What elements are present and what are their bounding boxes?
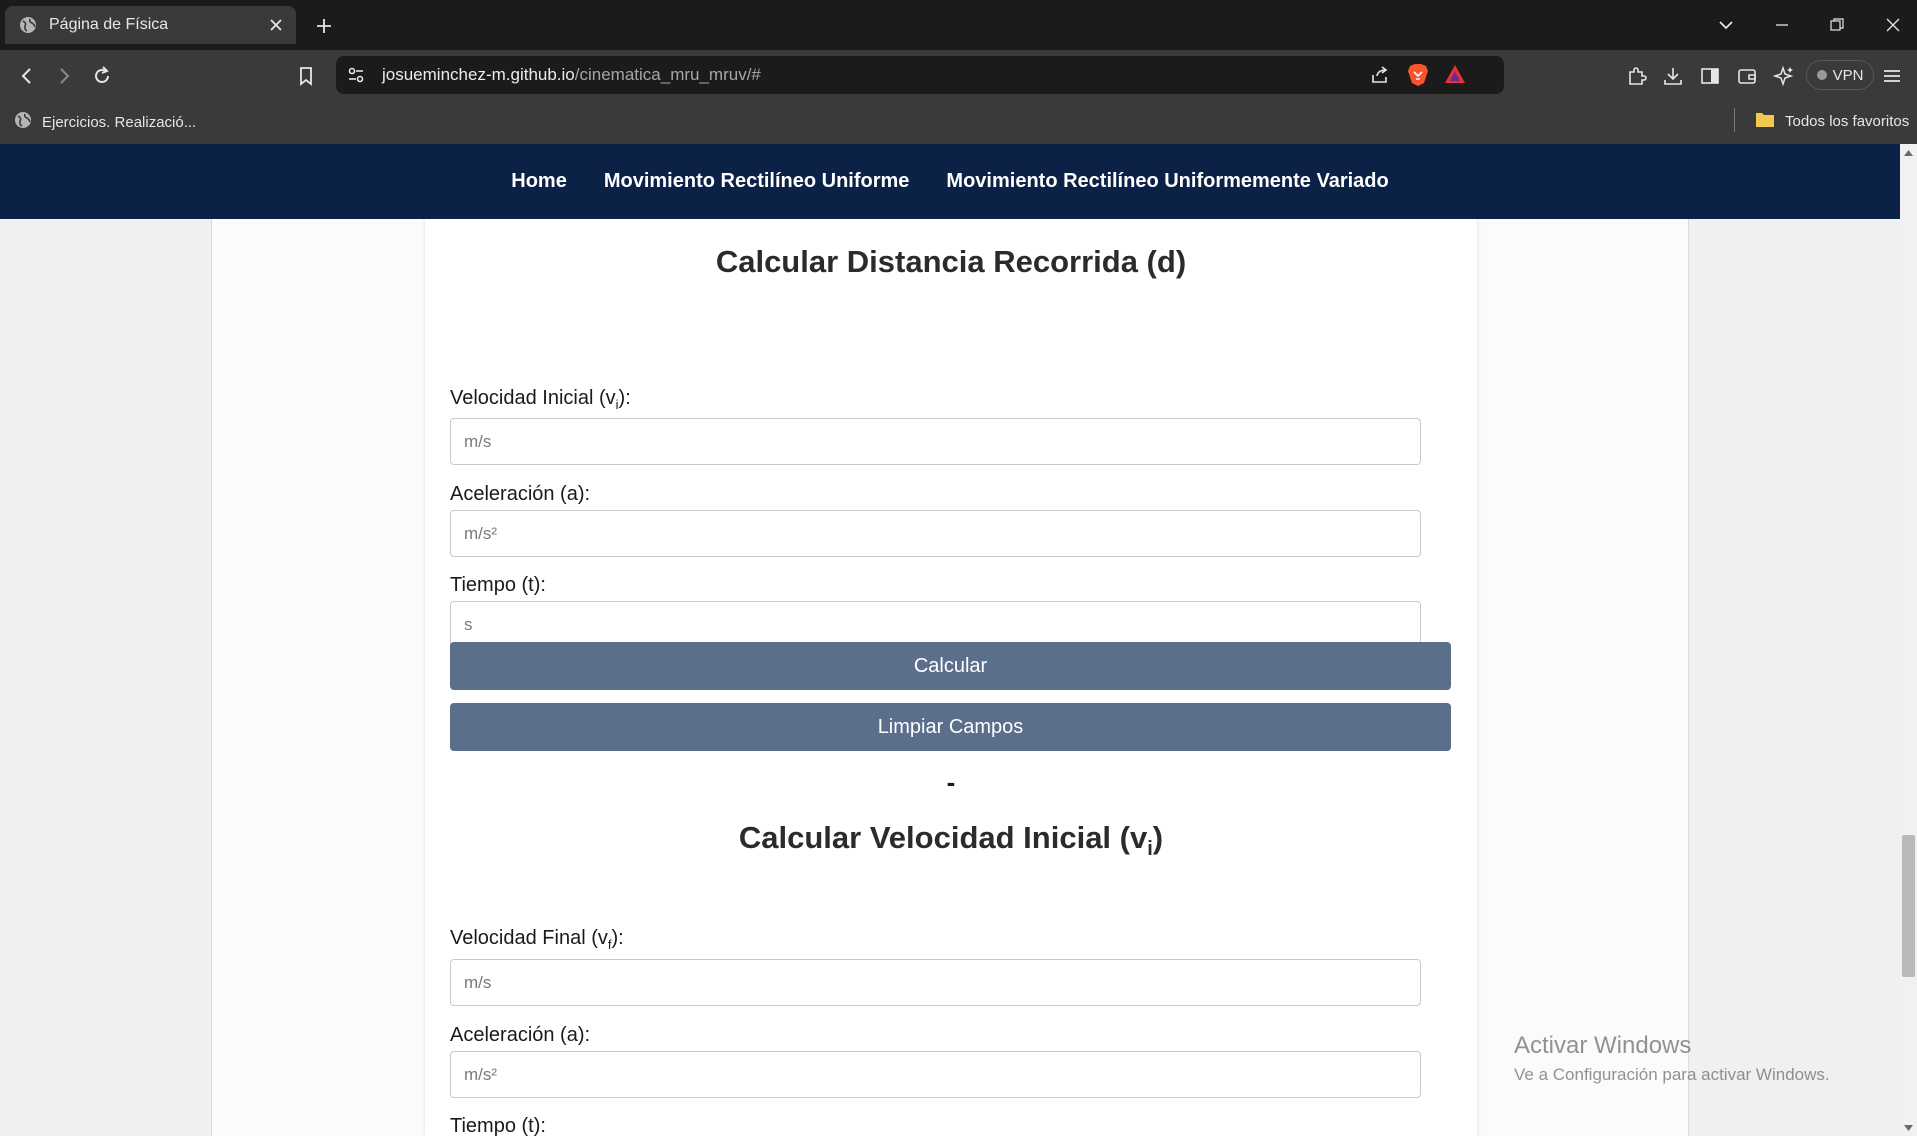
- initial-velocity-label: Velocidad Inicial (vi):: [450, 387, 631, 412]
- browser-tab[interactable]: Página de Física: [5, 6, 296, 44]
- restore-icon[interactable]: [1824, 13, 1850, 37]
- site-settings-icon[interactable]: [346, 65, 366, 90]
- initial-velocity-input[interactable]: [450, 418, 1421, 465]
- share-icon[interactable]: [1370, 65, 1390, 90]
- url-path: /cinematica_mru_mruv/#: [574, 65, 761, 84]
- all-bookmarks-label: Todos los favoritos: [1785, 113, 1910, 130]
- time-label: Tiempo (t):: [450, 574, 546, 596]
- globe-icon: [19, 16, 37, 34]
- scrollbar-thumb[interactable]: [1902, 835, 1915, 977]
- nav-link-mruv[interactable]: Movimiento Rectilíneo Uniformemente Vari…: [946, 170, 1388, 193]
- tab-list-chevron-down-icon[interactable]: [1713, 13, 1739, 37]
- forward-arrow-icon[interactable]: [51, 63, 77, 89]
- nav-link-mru[interactable]: Movimiento Rectilíneo Uniforme: [604, 170, 910, 193]
- bookmark-label: Ejercicios. Realizació...: [42, 113, 197, 131]
- acceleration-input[interactable]: [450, 1051, 1421, 1098]
- section-title-distance: Calcular Distancia Recorrida (d): [715, 244, 1187, 279]
- bookmark-icon[interactable]: [293, 63, 319, 89]
- scroll-up-arrow-icon[interactable]: [1900, 144, 1917, 161]
- section-title-initial-velocity: Calcular Velocidad Inicial (vi): [738, 820, 1164, 861]
- acceleration-label: Aceleración (a):: [450, 1024, 591, 1046]
- brave-shields-lion-icon[interactable]: [1407, 63, 1429, 92]
- calculate-button[interactable]: Calcular: [450, 642, 1451, 690]
- bookmark-item[interactable]: Ejercicios. Realizació...: [14, 111, 196, 133]
- url-host: josueminchez-m.github.io: [382, 65, 575, 84]
- page-viewport: Home Movimiento Rectilíneo Uniforme Movi…: [0, 144, 1917, 1136]
- vpn-label: VPN: [1832, 66, 1864, 84]
- folder-icon: [1755, 111, 1775, 132]
- globe-icon: [14, 111, 32, 133]
- url-text[interactable]: josueminchez-m.github.io/cinematica_mru_…: [382, 65, 761, 85]
- final-velocity-input[interactable]: [450, 959, 1421, 1006]
- all-bookmarks-folder[interactable]: Todos los favoritos: [1755, 111, 1909, 132]
- bookmarks-divider: [1734, 108, 1735, 132]
- reload-icon[interactable]: [89, 63, 115, 89]
- close-icon[interactable]: [266, 15, 286, 35]
- new-tab-plus-icon[interactable]: [312, 14, 336, 38]
- acceleration-label: Aceleración (a):: [450, 483, 591, 505]
- nav-link-home[interactable]: Home: [511, 170, 567, 193]
- acceleration-input[interactable]: [450, 510, 1421, 557]
- final-velocity-label: Velocidad Final (vf):: [450, 927, 624, 952]
- back-arrow-icon[interactable]: [14, 63, 40, 89]
- result-text: -: [946, 767, 956, 797]
- time-input[interactable]: [450, 601, 1421, 648]
- minimize-icon[interactable]: [1769, 13, 1795, 37]
- page-scrollbar[interactable]: [1900, 144, 1917, 1136]
- time-label: Tiempo (t):: [450, 1115, 546, 1136]
- tab-strip: Página de Física: [0, 0, 1917, 50]
- window-close-icon[interactable]: [1880, 13, 1906, 37]
- scroll-down-arrow-icon[interactable]: [1900, 1119, 1917, 1136]
- site-navbar: Home Movimiento Rectilíneo Uniforme Movi…: [0, 144, 1900, 219]
- calculator-card: Calcular Distancia Recorrida (d) Velocid…: [425, 219, 1477, 1136]
- clear-fields-button[interactable]: Limpiar Campos: [450, 703, 1451, 751]
- rewards-triangle-icon[interactable]: [1444, 64, 1466, 89]
- vpn-status-dot-icon: [1816, 70, 1827, 80]
- address-bar[interactable]: josueminchez-m.github.io/cinematica_mru_…: [336, 56, 1504, 94]
- bookmarks-bar: Ejercicios. Realizació... Todos los favo…: [0, 100, 1917, 144]
- tab-title: Página de Física: [49, 16, 169, 33]
- vpn-button[interactable]: VPN: [1806, 60, 1874, 90]
